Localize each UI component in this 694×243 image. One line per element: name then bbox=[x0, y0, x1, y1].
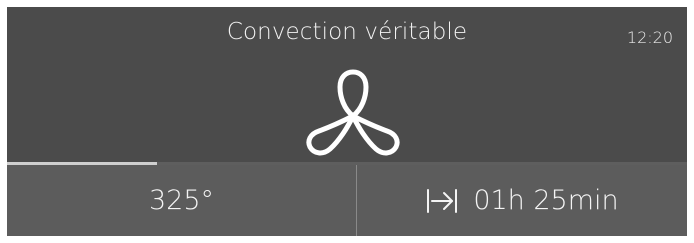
timer-value: 01h 25min bbox=[473, 185, 619, 216]
mode-panel[interactable]: Convection véritable 12:20 bbox=[7, 7, 687, 162]
temperature-value: 325° bbox=[148, 185, 215, 216]
fan-icon bbox=[306, 69, 400, 156]
oven-display: Convection véritable 12:20 325° 01h 25mi… bbox=[7, 7, 687, 236]
timer-button[interactable]: 01h 25min bbox=[356, 165, 687, 236]
duration-arrow-icon bbox=[427, 188, 458, 213]
settings-bar: 325° 01h 25min bbox=[7, 165, 687, 236]
temperature-button[interactable]: 325° bbox=[7, 165, 356, 236]
clock: 12:20 bbox=[626, 28, 673, 47]
mode-title: Convection véritable bbox=[226, 19, 468, 45]
